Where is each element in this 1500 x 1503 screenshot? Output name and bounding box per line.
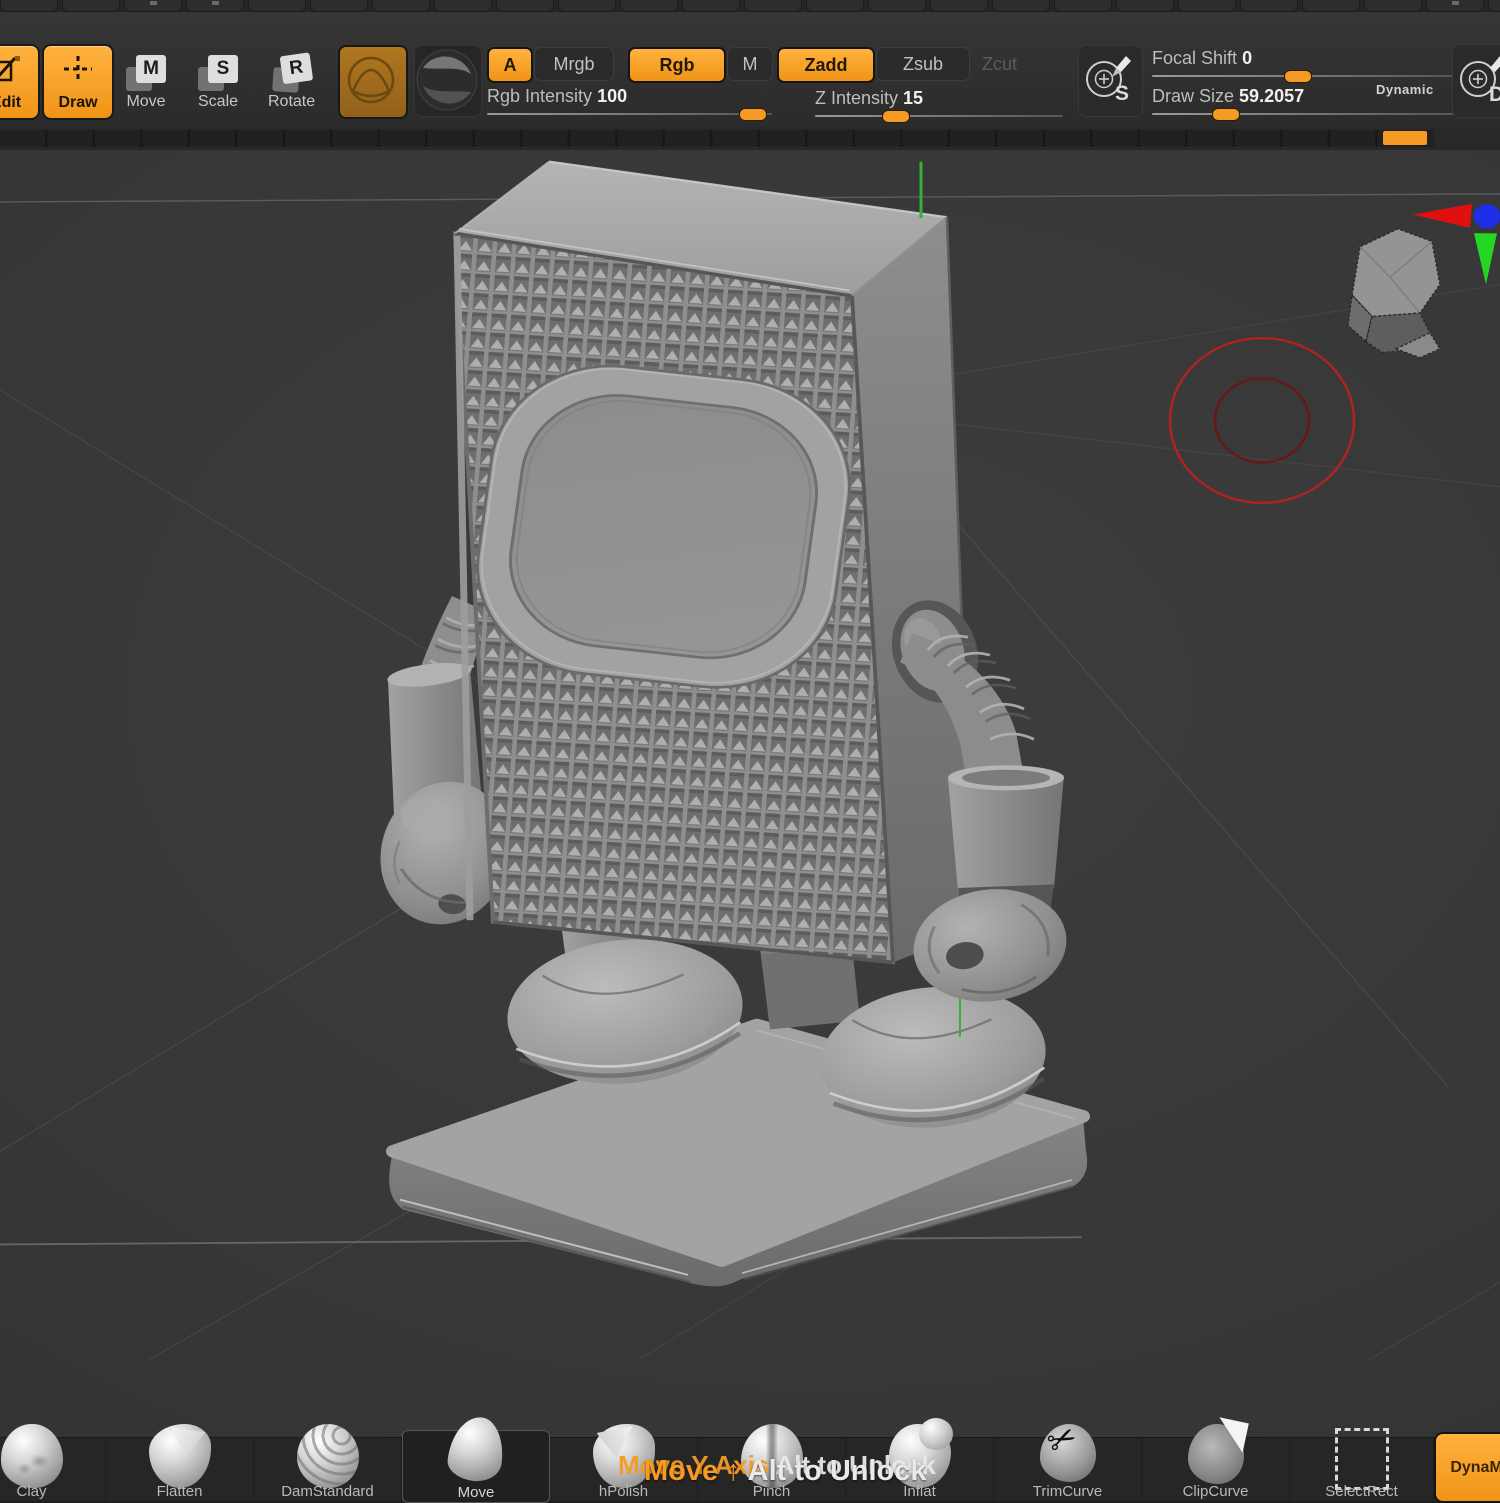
rgb-intensity-slider-handle[interactable] <box>739 108 767 121</box>
move-tool-icon: M <box>126 55 166 91</box>
dynamic-brush-icon: D <box>1453 45 1500 115</box>
camera-orientation-gizmo[interactable] <box>1348 204 1500 358</box>
brush-flatten[interactable]: Flatten <box>106 1438 254 1501</box>
zadd-toggle[interactable]: Zadd <box>777 47 875 83</box>
robot-screen <box>464 354 863 700</box>
z-intensity-label: Z Intensity 15 <box>815 88 923 109</box>
mrgb-toggle[interactable]: Mrgb <box>534 47 614 81</box>
quick-brush-bar: Clay Flatten DamStandard Move hPolish Pi… <box>0 1437 1500 1501</box>
svg-text:D: D <box>1489 83 1500 106</box>
z-intensity-slider-handle[interactable] <box>882 110 910 123</box>
m-toggle[interactable]: M <box>727 47 773 81</box>
brush-damstandard[interactable]: DamStandard <box>254 1438 402 1501</box>
axis-z-dot[interactable] <box>1474 204 1500 228</box>
viewport-render <box>0 150 1500 1437</box>
damstandard-brush-thumbnail <box>297 1424 359 1488</box>
sculptris-brush-icon: S <box>1079 46 1140 114</box>
hpolish-brush-thumbnail <box>593 1424 655 1488</box>
menu-tab-strip[interactable] <box>0 0 1500 12</box>
dynamic-mode-label[interactable]: Dynamic <box>1376 82 1434 97</box>
edit-label: Edit <box>0 94 21 112</box>
stroke-type-thumbnail[interactable] <box>338 45 408 119</box>
dynamic-brush-button[interactable]: D <box>1452 44 1500 118</box>
draw-size-slider-handle[interactable] <box>1212 108 1240 121</box>
pinch-brush-thumbnail <box>741 1424 803 1488</box>
top-shelf-toolbar: Edit Draw M Move S Scale R Rotate <box>0 12 1500 129</box>
zbrush-window: { "toolbar": { "edit_label": "Edit", "dr… <box>0 0 1500 1500</box>
alpha-sphere-icon <box>415 46 479 114</box>
scale-tool[interactable]: S Scale <box>198 55 238 111</box>
inflat-brush-thumbnail <box>889 1424 951 1488</box>
brush-inflat[interactable]: Inflat <box>846 1438 994 1501</box>
shelf-divider-strip[interactable] <box>0 128 1500 150</box>
rgb-intensity-label: Rgb Intensity 100 <box>487 86 627 107</box>
edit-button[interactable]: Edit <box>0 44 40 120</box>
move-tool-label: Move <box>126 93 165 111</box>
brush-clay[interactable]: Clay <box>0 1438 106 1501</box>
dynamesh-button[interactable]: DynaMe <box>1434 1432 1500 1503</box>
draw-button[interactable]: Draw <box>42 44 114 120</box>
shelf-segments <box>0 130 1434 147</box>
sculptris-pro-button[interactable]: S <box>1078 45 1143 117</box>
move-tool[interactable]: M Move <box>126 55 166 111</box>
scale-tool-label: Scale <box>198 93 238 111</box>
selectrect-icon <box>1335 1428 1389 1490</box>
focal-shift-label: Focal Shift 0 <box>1152 48 1252 69</box>
clay-brush-thumbnail <box>1 1424 63 1488</box>
draw-size-slider[interactable] <box>1152 113 1458 115</box>
brush-move-selected[interactable]: Move <box>402 1430 550 1503</box>
brush-cursor <box>1170 338 1354 503</box>
focal-shift-slider-handle[interactable] <box>1284 70 1312 83</box>
rgb-toggle[interactable]: Rgb <box>628 47 726 83</box>
brush-pinch[interactable]: Pinch <box>698 1438 846 1501</box>
gizmo-head <box>1348 229 1440 358</box>
draw-label: Draw <box>58 94 97 112</box>
flatten-brush-thumbnail <box>149 1424 211 1488</box>
brush-selectrect[interactable]: SelectRect <box>1290 1438 1434 1501</box>
scale-tool-icon: S <box>198 55 238 91</box>
brush-hpolish[interactable]: hPolish <box>550 1438 698 1501</box>
z-intensity-slider[interactable] <box>815 115 1063 117</box>
brush-trimcurve[interactable]: ✂ TrimCurve <box>994 1438 1142 1501</box>
svg-text:S: S <box>1115 82 1129 105</box>
rotate-tool[interactable]: R Rotate <box>268 55 315 111</box>
robot-body <box>455 162 973 963</box>
focal-shift-slider[interactable] <box>1152 75 1458 77</box>
shelf-active-segment[interactable] <box>1383 131 1427 145</box>
rgb-intensity-slider[interactable] <box>487 113 772 115</box>
draw-size-label: Draw Size 59.2057 <box>1152 86 1304 107</box>
rotate-tool-label: Rotate <box>268 93 315 111</box>
clipcurve-brush-thumbnail <box>1188 1424 1244 1484</box>
axis-y-arrow[interactable] <box>1474 233 1497 284</box>
alpha-thumbnail[interactable] <box>414 45 482 117</box>
freehand-stroke-icon <box>340 47 402 113</box>
axis-x-arrow[interactable] <box>1413 204 1472 228</box>
zcut-toggle-disabled: Zcut <box>982 54 1017 75</box>
rotate-tool-icon: R <box>269 52 314 93</box>
a-toggle[interactable]: A <box>487 47 533 83</box>
draw-crosshair-icon <box>44 54 112 91</box>
trimcurve-brush-thumbnail: ✂ <box>1040 1424 1096 1482</box>
zsub-toggle[interactable]: Zsub <box>876 47 970 81</box>
brush-clipcurve[interactable]: ClipCurve <box>1142 1438 1290 1501</box>
edit-pencil-icon <box>0 54 38 89</box>
sculpt-viewport-canvas[interactable] <box>0 150 1500 1437</box>
